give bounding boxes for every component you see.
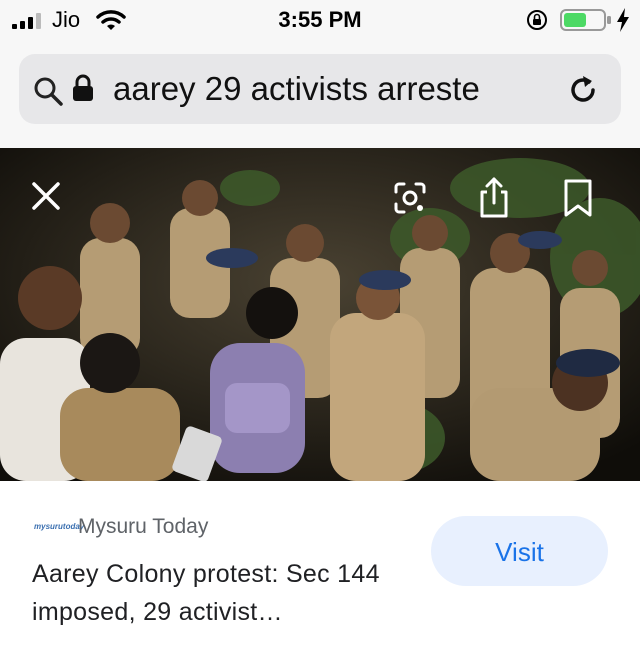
status-bar: Jio 3:55 PM bbox=[0, 0, 640, 42]
result-image[interactable] bbox=[0, 148, 640, 481]
battery-icon bbox=[560, 9, 611, 31]
lens-icon[interactable] bbox=[392, 180, 428, 216]
share-icon[interactable] bbox=[476, 176, 512, 218]
charging-bolt-icon bbox=[617, 8, 629, 32]
search-query-text[interactable]: aarey 29 activists arreste bbox=[113, 68, 545, 110]
result-card: mysurutoday Mysuru Today Aarey Colony pr… bbox=[0, 481, 640, 647]
orientation-lock-icon bbox=[527, 10, 547, 30]
search-address-bar[interactable]: aarey 29 activists arreste bbox=[19, 54, 621, 124]
close-icon[interactable] bbox=[30, 180, 62, 212]
visit-button[interactable]: Visit bbox=[431, 516, 608, 586]
bookmark-icon[interactable] bbox=[562, 178, 594, 218]
search-icon bbox=[34, 77, 63, 106]
source-logo: mysurutoday bbox=[34, 522, 85, 531]
padlock-icon bbox=[73, 74, 93, 101]
address-bar-area: aarey 29 activists arreste bbox=[0, 42, 640, 148]
source-name: Mysuru Today bbox=[78, 515, 209, 538]
protest-photo bbox=[0, 148, 640, 481]
reload-icon[interactable] bbox=[565, 72, 601, 108]
result-headline[interactable]: Aarey Colony protest: Sec 144 imposed, 2… bbox=[32, 555, 402, 631]
